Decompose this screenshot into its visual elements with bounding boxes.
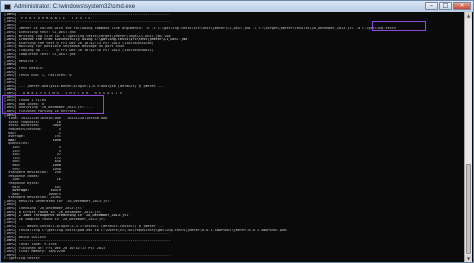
window-title: Administrator: C:\windows\system32\cmd.e… bbox=[14, 3, 136, 10]
console-output[interactable]: [INFO] ---------------------------------… bbox=[2, 12, 465, 262]
highlight-analysis-box bbox=[2, 95, 104, 114]
maximize-button[interactable]: □ bbox=[439, 2, 452, 10]
window-controls: – □ ✕ bbox=[425, 2, 471, 10]
highlight-filename-box bbox=[372, 21, 426, 31]
title-bar[interactable]: Administrator: C:\windows\system32\cmd.e… bbox=[1, 1, 473, 12]
scroll-up-arrow-icon[interactable]: ▲ bbox=[465, 12, 472, 19]
vertical-scrollbar[interactable]: ▲ ▼ bbox=[464, 12, 472, 262]
minimize-button[interactable]: – bbox=[425, 2, 438, 10]
scroll-down-arrow-icon[interactable]: ▼ bbox=[465, 255, 472, 262]
console-window: Administrator: C:\windows\system32\cmd.e… bbox=[0, 0, 474, 263]
cmd-icon bbox=[4, 3, 11, 10]
console-line: C:\gatling-tests> bbox=[4, 257, 40, 261]
close-button[interactable]: ✕ bbox=[453, 2, 471, 10]
scroll-thumb[interactable] bbox=[466, 164, 471, 254]
console-lines: [INFO] ---------------------------------… bbox=[4, 13, 465, 261]
